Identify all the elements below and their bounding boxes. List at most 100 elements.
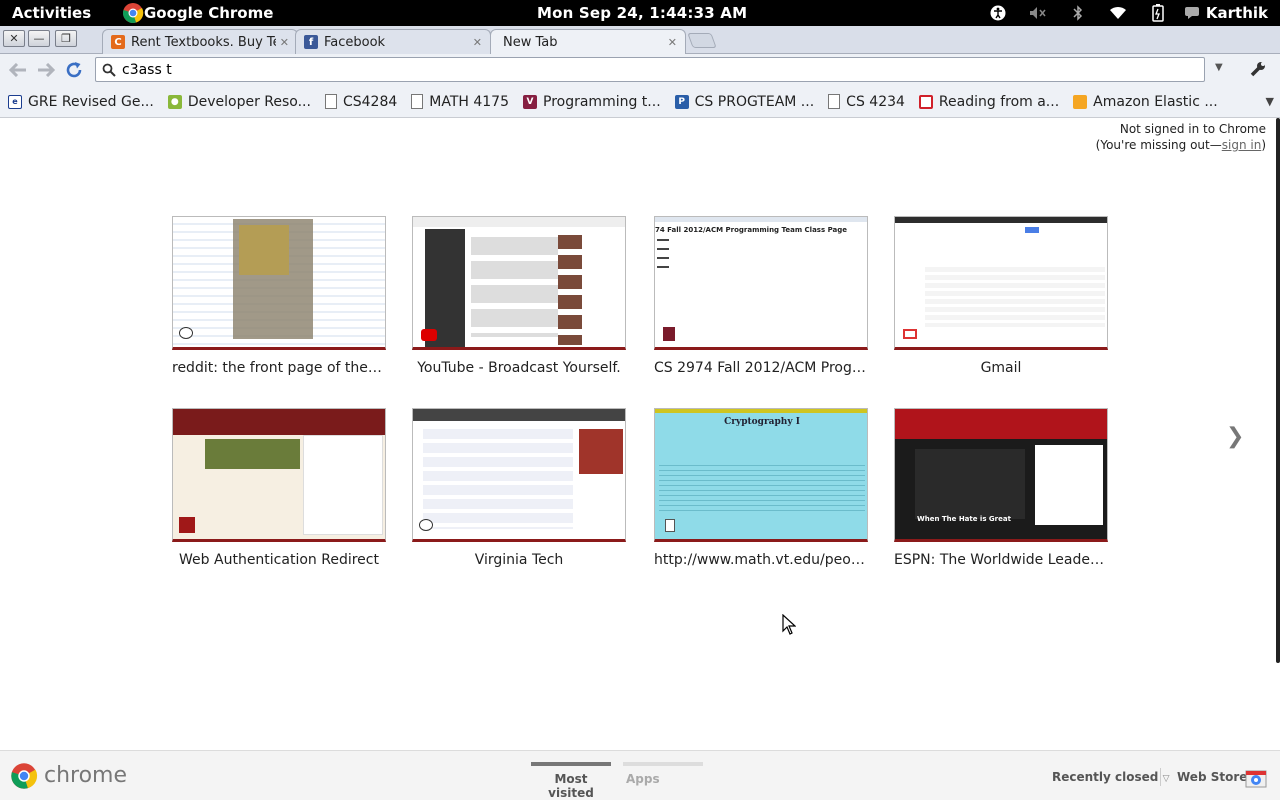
thumbnail-title[interactable]: ESPN: The Worldwide Leader I... <box>894 552 1108 568</box>
recently-closed-menu[interactable]: Recently closed ▽ <box>1052 770 1169 784</box>
bookmark-reading[interactable]: Reading from a... <box>918 91 1059 113</box>
user-menu[interactable]: Karthik <box>1184 4 1268 22</box>
tab-close-icon[interactable]: ✕ <box>473 36 482 49</box>
thumbnail-title[interactable]: http://www.math.vt.edu/peop... <box>654 552 868 568</box>
thumbnail-caption: When The Hate is Great <box>917 515 1011 523</box>
doc-icon <box>324 94 337 109</box>
bookmark-label: CS4284 <box>342 93 398 110</box>
close-window-button[interactable]: ✕ <box>3 30 25 47</box>
reload-button[interactable] <box>64 61 84 79</box>
clock[interactable]: Mon Sep 24, 1:44:33 AM <box>537 4 747 22</box>
reload-icon <box>66 62 82 78</box>
battery-icon[interactable] <box>1138 0 1178 26</box>
minimize-window-button[interactable]: — <box>28 30 50 47</box>
thumbnail-title[interactable]: YouTube - Broadcast Yourself. <box>412 360 626 376</box>
reddit-alien-icon <box>179 327 193 339</box>
tab-textbooks[interactable]: C Rent Textbooks. Buy Textb ✕ <box>102 29 298 54</box>
bookmark-developer[interactable]: ● Developer Reso... <box>167 91 311 113</box>
web-store-label: Web Store <box>1177 770 1248 784</box>
browser-toolbar: ▼ <box>0 54 1280 86</box>
back-button[interactable] <box>8 61 28 79</box>
thumbnail-reddit[interactable] <box>172 216 386 350</box>
tab-label: Apps <box>626 772 660 786</box>
signin-line2: (You're missing out— <box>1095 138 1222 152</box>
search-icon <box>102 63 116 77</box>
bookmark-math4175[interactable]: MATH 4175 <box>411 91 509 113</box>
mouse-cursor-icon <box>782 614 796 635</box>
thumbnail-title[interactable]: CS 2974 Fall 2012/ACM Progr... <box>654 360 868 376</box>
bookmark-label: MATH 4175 <box>429 93 509 110</box>
restore-window-button[interactable]: ❐ <box>55 30 77 47</box>
scrollbar[interactable] <box>1276 118 1280 663</box>
tab-new-tab[interactable]: New Tab ✕ <box>490 29 686 55</box>
omnibox[interactable] <box>95 57 1205 82</box>
signin-line1: Not signed in to Chrome <box>1119 122 1266 136</box>
amazon-icon <box>1073 94 1088 109</box>
bluetooth-icon[interactable] <box>1058 0 1098 26</box>
gmail-icon <box>903 329 917 339</box>
new-tab-button[interactable] <box>687 33 717 48</box>
next-page-arrow-icon[interactable]: ❯ <box>1226 424 1244 449</box>
thumbnail-vt[interactable] <box>412 408 626 542</box>
chevron-down-icon[interactable]: ▼ <box>1266 95 1274 108</box>
tab-most-visited[interactable]: Most visited <box>531 762 611 800</box>
activities-button[interactable]: Activities <box>12 4 91 22</box>
chevron-down-icon[interactable]: ▼ <box>1215 62 1223 73</box>
thumbnail-espn[interactable]: When The Hate is Great <box>894 408 1108 542</box>
thumbnail-youtube[interactable] <box>412 216 626 350</box>
volume-muted-icon[interactable] <box>1018 0 1058 26</box>
accessibility-icon[interactable] <box>978 0 1018 26</box>
thumbnail-title[interactable]: Web Authentication Redirect <box>172 552 386 568</box>
thumbnail-auth[interactable] <box>172 408 386 542</box>
facebook-favicon-icon: f <box>304 35 318 49</box>
web-store-link[interactable]: Web Store <box>1177 770 1247 784</box>
bookmark-cs4284[interactable]: CS4284 <box>324 91 398 113</box>
app-menu[interactable]: Google Chrome <box>122 0 273 26</box>
thumbnail-gmail[interactable] <box>894 216 1108 350</box>
recently-closed-label: Recently closed <box>1052 770 1159 784</box>
bookmarks-bar: e GRE Revised Ge... ● Developer Reso... … <box>0 86 1280 118</box>
bookmark-label: Programming t... <box>543 93 661 110</box>
vt-logo-icon <box>663 327 675 341</box>
bookmark-label: CS 4234 <box>846 93 905 110</box>
thumbnail-acm[interactable]: 74 Fall 2012/ACM Programming Team Class … <box>654 216 868 350</box>
omnibox-input[interactable] <box>122 61 1172 78</box>
web-store-icon[interactable] <box>1245 766 1267 788</box>
chat-icon <box>1184 7 1199 19</box>
thumbnail-heading: 74 Fall 2012/ACM Programming Team Class … <box>655 226 848 234</box>
bookmark-cs4234[interactable]: CS 4234 <box>828 91 905 113</box>
thumbnail-title[interactable]: Virginia Tech <box>412 552 626 568</box>
tab-label: Most visited <box>548 772 594 800</box>
forward-arrow-icon <box>38 63 55 77</box>
tab-close-icon[interactable]: ✕ <box>280 36 289 49</box>
footer-divider <box>1160 768 1161 786</box>
bookmark-label: Developer Reso... <box>187 93 311 110</box>
wrench-menu-button[interactable] <box>1245 57 1271 81</box>
app-name: Google Chrome <box>144 4 274 22</box>
doc-icon <box>828 94 841 109</box>
signin-line2-end: ) <box>1261 138 1266 152</box>
new-tab-page: Not signed in to Chrome (You're missing … <box>0 118 1280 750</box>
p-icon: P <box>674 94 689 109</box>
tab-apps[interactable]: Apps <box>623 762 703 786</box>
bookmark-label: CS PROGTEAM ... <box>694 93 815 110</box>
thumbnail-math[interactable]: Cryptography I <box>654 408 868 542</box>
red-icon <box>918 94 933 109</box>
bookmark-label: Amazon Elastic ... <box>1093 93 1218 110</box>
tab-strip: ✕ — ❐ C Rent Textbooks. Buy Textb ✕ f Fa… <box>0 26 1280 55</box>
thumbnail-title[interactable]: reddit: the front page of the in... <box>172 360 386 376</box>
user-name: Karthik <box>1205 4 1268 22</box>
bookmark-amazon[interactable]: Amazon Elastic ... <box>1073 91 1218 113</box>
ets-icon: e <box>8 94 22 109</box>
tab-close-icon[interactable]: ✕ <box>668 36 677 49</box>
thumbnail-title[interactable]: Gmail <box>894 360 1108 376</box>
bookmark-gre[interactable]: e GRE Revised Ge... <box>8 91 154 113</box>
bookmark-programming[interactable]: V Programming t... <box>523 91 661 113</box>
tab-facebook[interactable]: f Facebook ✕ <box>295 29 491 54</box>
wifi-icon[interactable] <box>1098 0 1138 26</box>
bookmark-cs-progteam[interactable]: P CS PROGTEAM ... <box>674 91 815 113</box>
bookmark-label: GRE Revised Ge... <box>28 93 154 110</box>
forward-button[interactable] <box>36 61 56 79</box>
tab-title: New Tab <box>503 35 558 50</box>
sign-in-link[interactable]: sign in <box>1222 138 1262 152</box>
